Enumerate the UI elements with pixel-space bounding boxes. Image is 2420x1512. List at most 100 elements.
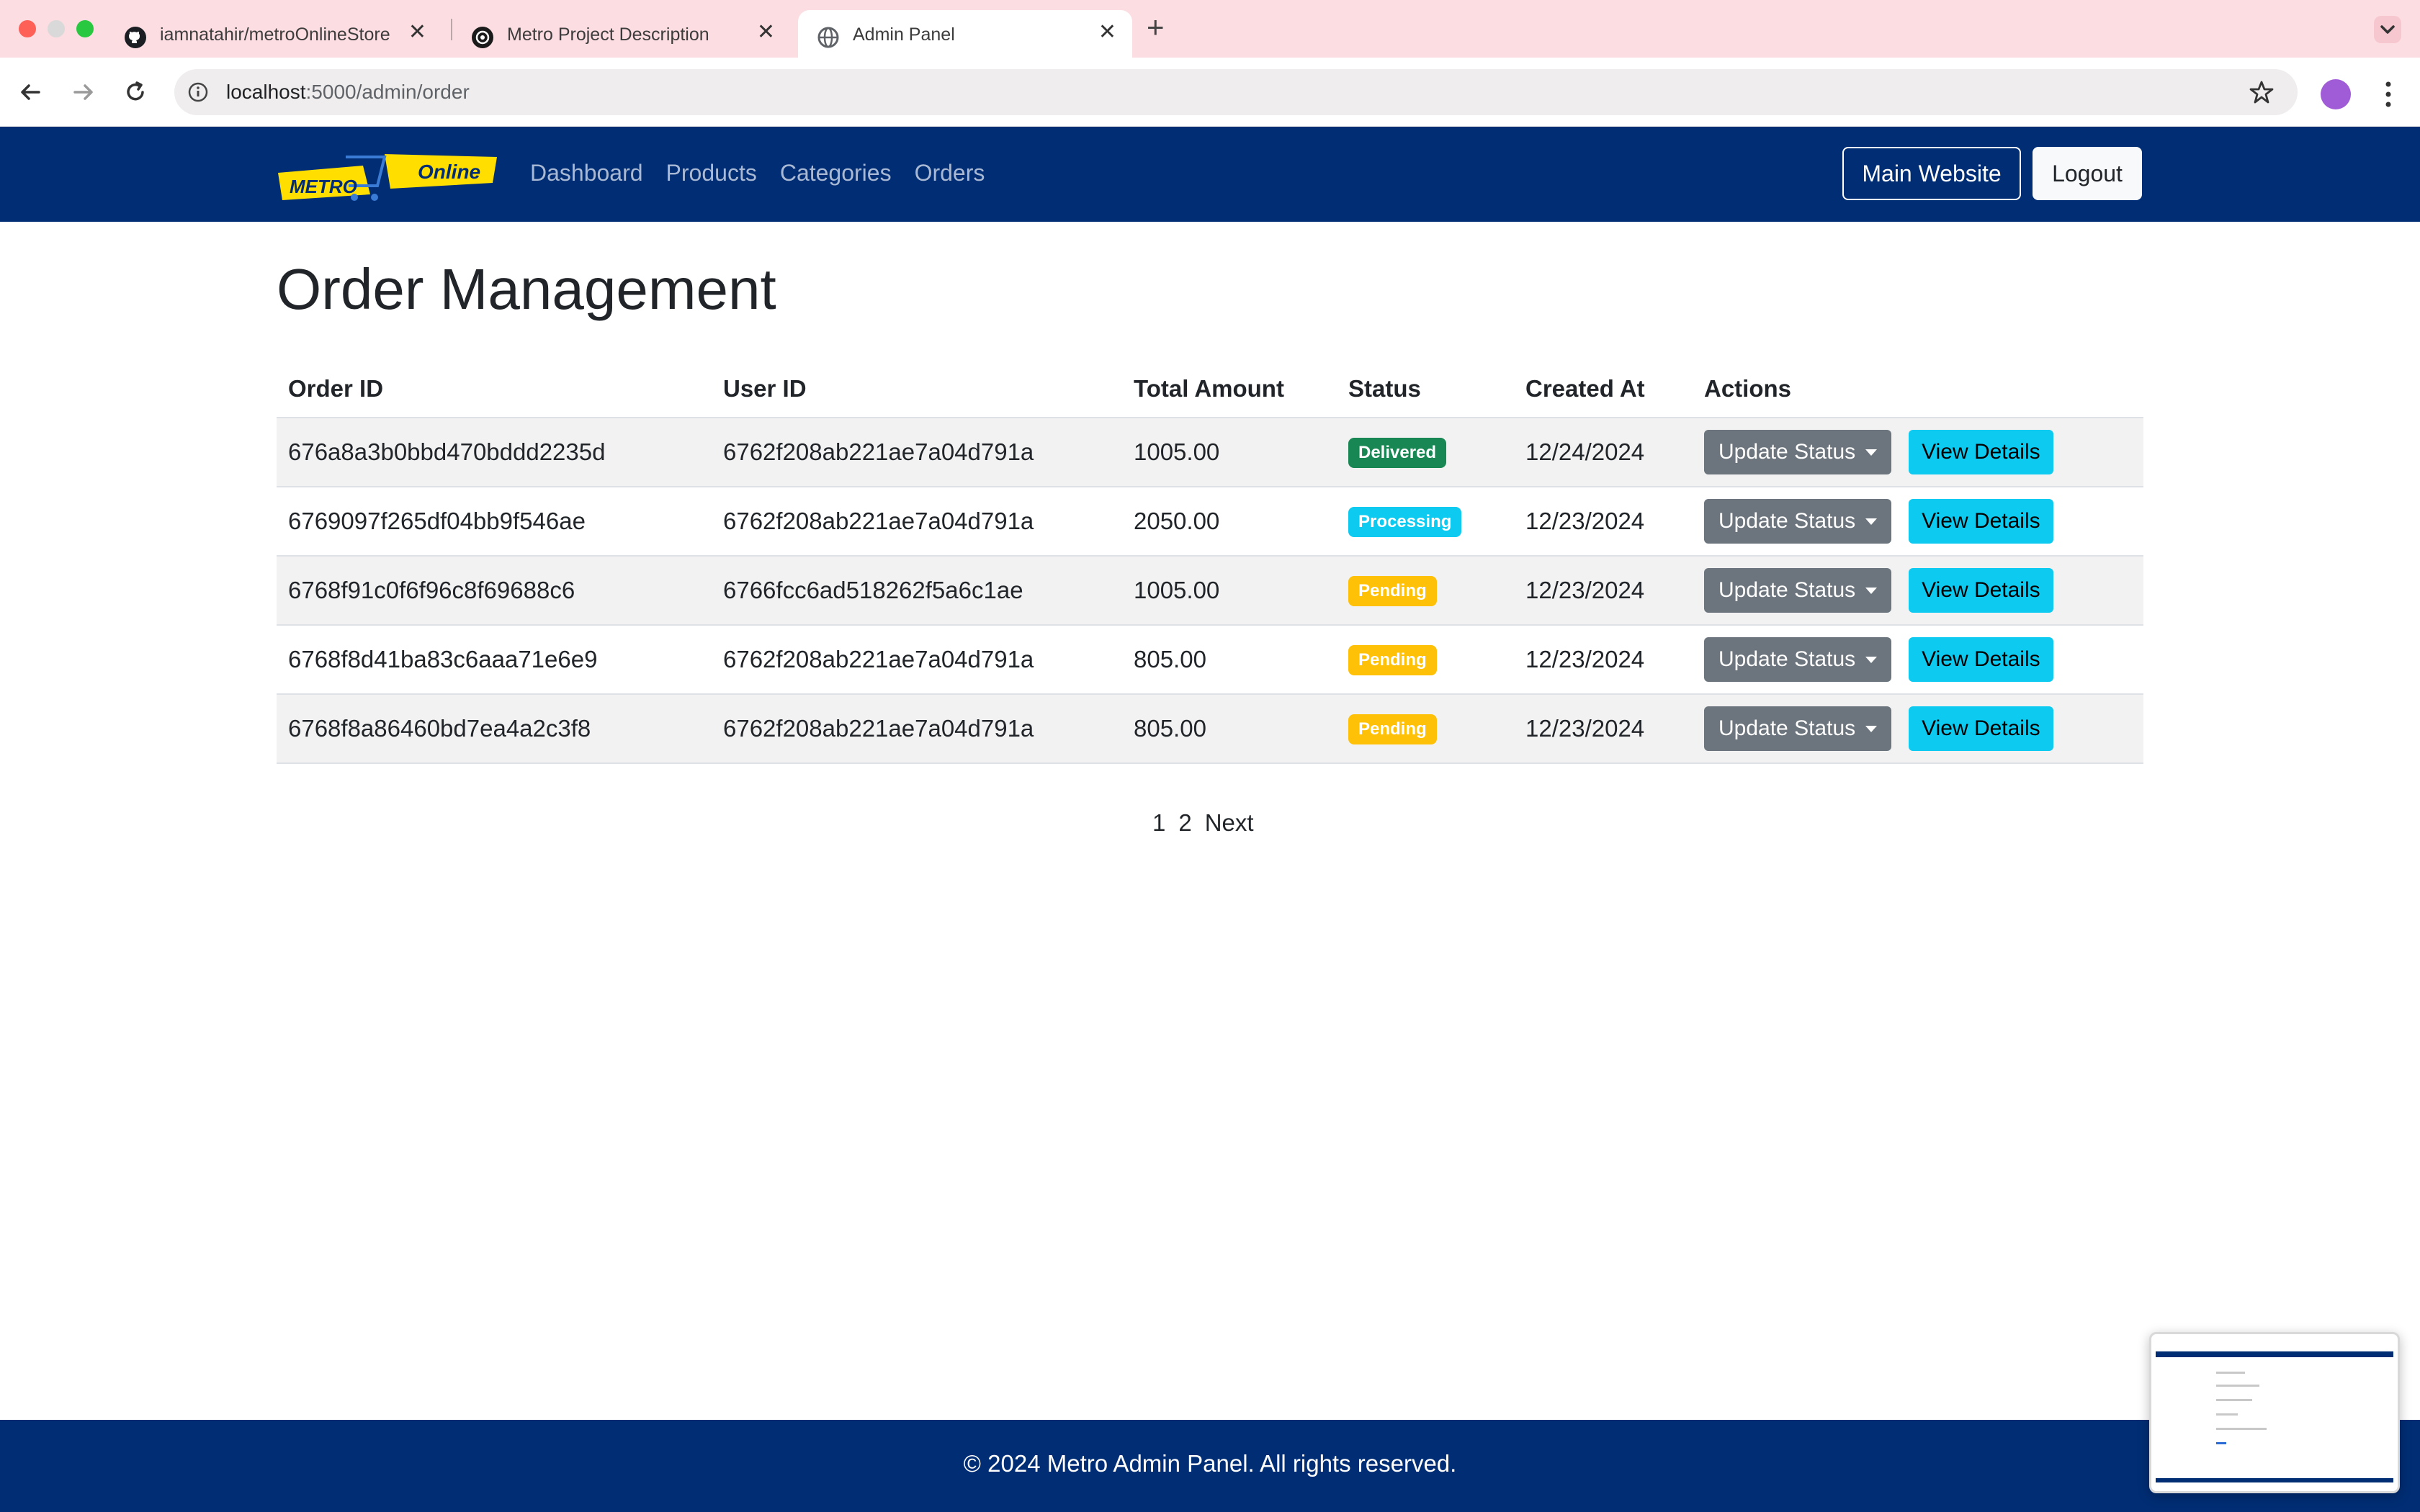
github-icon (125, 27, 146, 48)
browser-menu-icon[interactable] (2383, 78, 2394, 111)
order-id-cell: 6769097f265df04bb9f546ae (277, 487, 712, 557)
url-text: localhost:5000/admin/order (226, 81, 470, 104)
column-header-status: Status (1337, 360, 1514, 418)
thumbnail-line (2216, 1428, 2267, 1430)
view-details-button[interactable]: View Details (1909, 706, 2053, 751)
metro-online-logo[interactable]: METRO Online (277, 144, 498, 206)
user-id-cell: 6762f208ab221ae7a04d791a (712, 625, 1122, 695)
table-row: 6768f8a86460bd7ea4a2c3f8 6762f208ab221ae… (277, 694, 2143, 764)
profile-avatar[interactable] (2321, 79, 2351, 109)
navbar-links: Dashboard Products Categories Orders (530, 160, 985, 186)
maximize-window-button[interactable] (76, 20, 94, 37)
caret-down-icon (1865, 587, 1878, 594)
order-id-cell: 6768f91c0f6f96c8f69688c6 (277, 556, 712, 626)
caret-down-icon (1865, 725, 1878, 732)
logout-button[interactable]: Logout (2033, 147, 2142, 200)
thumbnail-line (2216, 1372, 2245, 1374)
url-host: localhost (226, 81, 306, 103)
order-id-cell: 676a8a3b0bbd470bddd2235d (277, 418, 712, 487)
next-page-link[interactable]: Next (1205, 809, 1254, 837)
column-header-actions: Actions (1693, 360, 2143, 418)
order-id-cell: 6768f8a86460bd7ea4a2c3f8 (277, 694, 712, 764)
status-badge: Pending (1348, 576, 1437, 606)
close-tab-icon[interactable]: ✕ (1098, 22, 1116, 43)
thumbnail-line (2216, 1385, 2259, 1387)
update-status-label: Update Status (1718, 578, 1856, 602)
address-bar[interactable]: localhost:5000/admin/order (174, 69, 2298, 115)
admin-navbar: METRO Online Dashboard Products Categori… (0, 127, 2420, 222)
view-details-button[interactable]: View Details (1909, 637, 2053, 682)
nav-link-orders[interactable]: Orders (915, 160, 985, 186)
nav-link-dashboard[interactable]: Dashboard (530, 160, 643, 186)
actions-cell: Update Status View Details (1693, 418, 2143, 487)
close-window-button[interactable] (19, 20, 36, 37)
minimize-window-button[interactable] (48, 20, 65, 37)
screenshot-thumbnail[interactable] (2149, 1332, 2400, 1493)
total-amount-cell: 805.00 (1122, 625, 1337, 695)
page-link-1[interactable]: 1 (1152, 809, 1165, 837)
footer-copyright: © 2024 Metro Admin Panel. All rights res… (963, 1450, 1457, 1477)
thumbnail-navbar (2156, 1351, 2393, 1357)
status-badge: Pending (1348, 714, 1437, 744)
forward-arrow-icon[interactable] (68, 76, 99, 108)
caret-down-icon (1865, 656, 1878, 663)
caret-down-icon (1865, 449, 1878, 456)
footer: © 2024 Metro Admin Panel. All rights res… (0, 1420, 2420, 1512)
thumbnail-line (2216, 1442, 2226, 1444)
tab-title: iamnatahir/metroOnlineStore (160, 24, 390, 45)
update-status-dropdown[interactable]: Update Status (1704, 637, 1892, 682)
status-badge: Delivered (1348, 438, 1447, 468)
orders-table: Order ID User ID Total Amount Status Cre… (277, 360, 2143, 764)
actions-cell: Update Status View Details (1693, 694, 2143, 764)
table-row: 6768f91c0f6f96c8f69688c6 6766fcc6ad51826… (277, 556, 2143, 626)
thumbnail-line (2216, 1399, 2252, 1401)
tab-search-chevron-icon[interactable] (2374, 16, 2401, 43)
site-info-icon[interactable] (187, 81, 209, 103)
page-title: Order Management (277, 257, 776, 321)
browser-tab-admin-panel[interactable]: Admin Panel ✕ (798, 10, 1132, 58)
main-website-button[interactable]: Main Website (1842, 147, 2021, 200)
table-row: 6769097f265df04bb9f546ae 6762f208ab221ae… (277, 487, 2143, 557)
update-status-dropdown[interactable]: Update Status (1704, 499, 1892, 544)
view-details-button[interactable]: View Details (1909, 568, 2053, 613)
update-status-dropdown[interactable]: Update Status (1704, 430, 1892, 474)
status-cell: Processing (1337, 487, 1514, 557)
table-header-row: Order ID User ID Total Amount Status Cre… (277, 360, 2143, 418)
browser-tab-github[interactable]: iamnatahir/metroOnlineStore ✕ (105, 10, 442, 58)
thumbnail-line (2216, 1413, 2238, 1416)
nav-link-products[interactable]: Products (666, 160, 757, 186)
new-tab-icon[interactable]: + (1147, 12, 1165, 43)
total-amount-cell: 805.00 (1122, 694, 1337, 764)
logo-text-online: Online (418, 161, 480, 183)
close-tab-icon[interactable]: ✕ (408, 22, 426, 43)
update-status-label: Update Status (1718, 440, 1856, 464)
tab-title: Metro Project Description (507, 24, 709, 45)
status-badge: Pending (1348, 645, 1437, 675)
bookmark-star-icon[interactable] (2247, 78, 2276, 107)
page-link-2[interactable]: 2 (1178, 809, 1191, 837)
status-cell: Pending (1337, 556, 1514, 626)
update-status-label: Update Status (1718, 716, 1856, 740)
close-tab-icon[interactable]: ✕ (757, 22, 775, 43)
nav-link-categories[interactable]: Categories (780, 160, 892, 186)
view-details-button[interactable]: View Details (1909, 499, 2053, 544)
actions-cell: Update Status View Details (1693, 625, 2143, 695)
user-id-cell: 6762f208ab221ae7a04d791a (712, 418, 1122, 487)
update-status-dropdown[interactable]: Update Status (1704, 706, 1892, 751)
actions-cell: Update Status View Details (1693, 487, 2143, 557)
back-arrow-icon[interactable] (14, 76, 46, 108)
created-at-cell: 12/24/2024 (1514, 418, 1693, 487)
status-cell: Delivered (1337, 418, 1514, 487)
caret-down-icon (1865, 518, 1878, 525)
user-id-cell: 6766fcc6ad518262f5a6c1ae (712, 556, 1122, 626)
column-header-total-amount: Total Amount (1122, 360, 1337, 418)
browser-tab-metro-description[interactable]: Metro Project Description ✕ (452, 10, 791, 58)
update-status-dropdown[interactable]: Update Status (1704, 568, 1892, 613)
table-row: 676a8a3b0bbd470bddd2235d 6762f208ab221ae… (277, 418, 2143, 487)
logo-text-metro: METRO (290, 176, 357, 197)
status-badge: Processing (1348, 507, 1462, 537)
url-path: :5000/admin/order (305, 81, 470, 103)
reload-icon[interactable] (120, 76, 151, 108)
order-id-cell: 6768f8d41ba83c6aaa71e6e9 (277, 625, 712, 695)
view-details-button[interactable]: View Details (1909, 430, 2053, 474)
